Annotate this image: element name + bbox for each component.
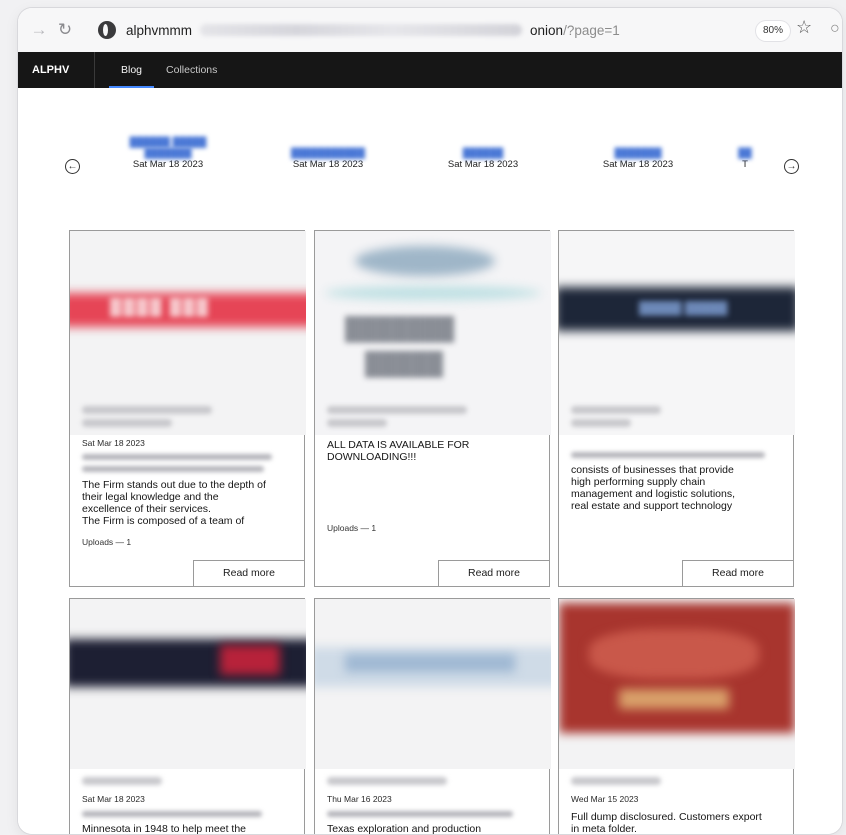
back-arrow-icon[interactable]: →: [26, 17, 52, 43]
carousel-item[interactable]: ██████ Sat Mar 18 2023: [428, 148, 538, 170]
post-card-text-line: consists of businesses that provide: [571, 464, 734, 476]
post-card-text-line: excellence of their services.: [82, 503, 211, 515]
carousel-item[interactable]: ███████████ Sat Mar 18 2023: [253, 148, 403, 170]
carousel-item-link-2[interactable]: ███████: [118, 148, 218, 159]
post-card-uploads: Uploads — 1: [327, 523, 377, 533]
post-card-date: Sat Mar 18 2023: [82, 438, 145, 448]
post-card-title[interactable]: [571, 406, 661, 414]
overflow-icon[interactable]: ○: [830, 20, 840, 38]
post-card-title[interactable]: [327, 777, 447, 785]
post-card-desc-blurred: [82, 454, 272, 460]
site-info-icon[interactable]: [98, 21, 116, 39]
address-bar[interactable]: alphvmmm onion /?page=1: [98, 14, 778, 46]
site-navbar: ALPHV Blog Collections: [18, 52, 842, 88]
post-card-image: [559, 599, 795, 769]
post-card-text: Texas exploration and production: [327, 823, 541, 834]
post-card-text: Full dump disclosured. Customers export …: [571, 811, 785, 834]
site-brand[interactable]: ALPHV: [18, 52, 95, 88]
post-card-text-line: in meta folder.: [571, 823, 637, 834]
bookmark-star-icon[interactable]: ☆: [796, 17, 812, 38]
carousel-item-date: Sat Mar 18 2023: [292, 159, 364, 170]
post-card-uploads: Uploads — 1: [82, 537, 132, 547]
post-card-title-2[interactable]: [571, 419, 631, 427]
nav-spacer: [95, 52, 109, 88]
post-card-image: █████ █████: [559, 231, 795, 435]
post-card-date: Sat Mar 18 2023: [82, 794, 145, 804]
carousel-item-link[interactable]: ██████: [428, 148, 538, 159]
post-card-image: [315, 599, 551, 769]
post-card-date: Wed Mar 15 2023: [571, 794, 639, 804]
carousel-item[interactable]: ██ T: [730, 148, 760, 170]
nav-blog[interactable]: Blog: [109, 52, 155, 88]
carousel-next-icon[interactable]: →: [784, 159, 799, 174]
post-card[interactable]: █████ █████ consists of businesses that …: [558, 230, 795, 587]
read-more-button[interactable]: Read more: [438, 560, 550, 587]
browser-window: → ↻ alphvmmm onion /?page=1 80% ☆ ○ ALPH…: [18, 8, 842, 834]
url-host: alphvmmm: [126, 22, 193, 38]
reload-icon[interactable]: ↻: [52, 17, 78, 43]
post-card[interactable]: ███████ █████ ALL DATA IS AVAILABLE FOR …: [314, 230, 551, 587]
post-card-text-line: their legal knowledge and the: [82, 491, 219, 503]
post-card[interactable]: ████ ███ Sat Mar 18 2023 The Firm stands…: [69, 230, 306, 587]
post-card-title[interactable]: [327, 406, 467, 414]
post-card[interactable]: Thu Mar 16 2023 Texas exploration and pr…: [314, 598, 551, 834]
post-card-title[interactable]: [571, 777, 661, 785]
read-more-button[interactable]: Read more: [682, 560, 794, 587]
carousel-prev-icon[interactable]: ←: [65, 159, 80, 174]
post-card-desc-blurred: [82, 811, 262, 817]
url-tld: onion: [530, 22, 564, 38]
post-card-image: [70, 599, 306, 769]
carousel-item-date: T: [742, 159, 748, 170]
carousel-item-date: Sat Mar 18 2023: [447, 159, 519, 170]
zoom-level-badge[interactable]: 80%: [756, 21, 791, 41]
carousel-item[interactable]: ██████ █████ ███████ Sat Mar 18 2023: [118, 137, 218, 170]
post-card-desc-blurred: [571, 452, 765, 458]
post-card-image: ████ ███: [70, 231, 306, 435]
post-card-text: Minnesota in 1948 to help meet the: [82, 823, 296, 834]
post-card[interactable]: Wed Mar 15 2023 Full dump disclosured. C…: [558, 598, 795, 834]
carousel-item-link[interactable]: ██████ █████: [118, 137, 218, 148]
post-card-text: The Firm stands out due to the depth of …: [82, 479, 296, 527]
post-card-text-line: real estate and support technology: [571, 500, 733, 512]
carousel-item-link[interactable]: ███████████: [253, 148, 403, 159]
post-card-title-2[interactable]: [327, 419, 387, 427]
carousel-item-link[interactable]: ██: [730, 148, 760, 159]
post-card-text-line: The Firm stands out due to the depth of: [82, 479, 266, 491]
post-card-image: ███████ █████: [315, 231, 551, 435]
post-card-text-line: Minnesota in 1948 to help meet the: [82, 823, 247, 834]
post-card-text-line: DOWNLOADING!!!: [327, 451, 417, 463]
url-query: /?page=1: [563, 22, 620, 38]
post-card-desc-blurred: [327, 811, 513, 817]
main-content: ← → ██████ █████ ███████ Sat Mar 18 2023…: [18, 88, 842, 834]
post-card-text-line: The Firm is composed of a team of: [82, 515, 245, 527]
url-redacted: [200, 24, 523, 36]
post-card[interactable]: Sat Mar 18 2023 Minnesota in 1948 to hel…: [69, 598, 306, 834]
carousel-item-date: Sat Mar 18 2023: [132, 159, 204, 170]
post-card-text-line: management and logistic solutions,: [571, 488, 736, 500]
post-card-text-line: high performing supply chain: [571, 476, 706, 488]
post-card-text: consists of businesses that provide high…: [571, 464, 785, 512]
post-card-desc-blurred: [82, 466, 264, 472]
browser-toolbar: → ↻ alphvmmm onion /?page=1 80% ☆ ○: [18, 8, 842, 52]
post-card-text-line: Full dump disclosured. Customers export: [571, 811, 762, 823]
post-card-text-line: ALL DATA IS AVAILABLE FOR: [327, 439, 470, 451]
post-card-title-2[interactable]: [82, 419, 172, 427]
carousel-item[interactable]: ███████ Sat Mar 18 2023: [583, 148, 693, 170]
carousel-item-link[interactable]: ███████: [583, 148, 693, 159]
post-card-text-line: Texas exploration and production: [327, 823, 482, 834]
nav-collections[interactable]: Collections: [154, 52, 229, 88]
read-more-button[interactable]: Read more: [193, 560, 305, 587]
post-card-text: ALL DATA IS AVAILABLE FOR DOWNLOADING!!!: [327, 439, 541, 463]
carousel-item-date: Sat Mar 18 2023: [602, 159, 674, 170]
post-card-date: Thu Mar 16 2023: [327, 794, 392, 804]
post-card-title[interactable]: [82, 777, 162, 785]
post-card-title[interactable]: [82, 406, 212, 414]
